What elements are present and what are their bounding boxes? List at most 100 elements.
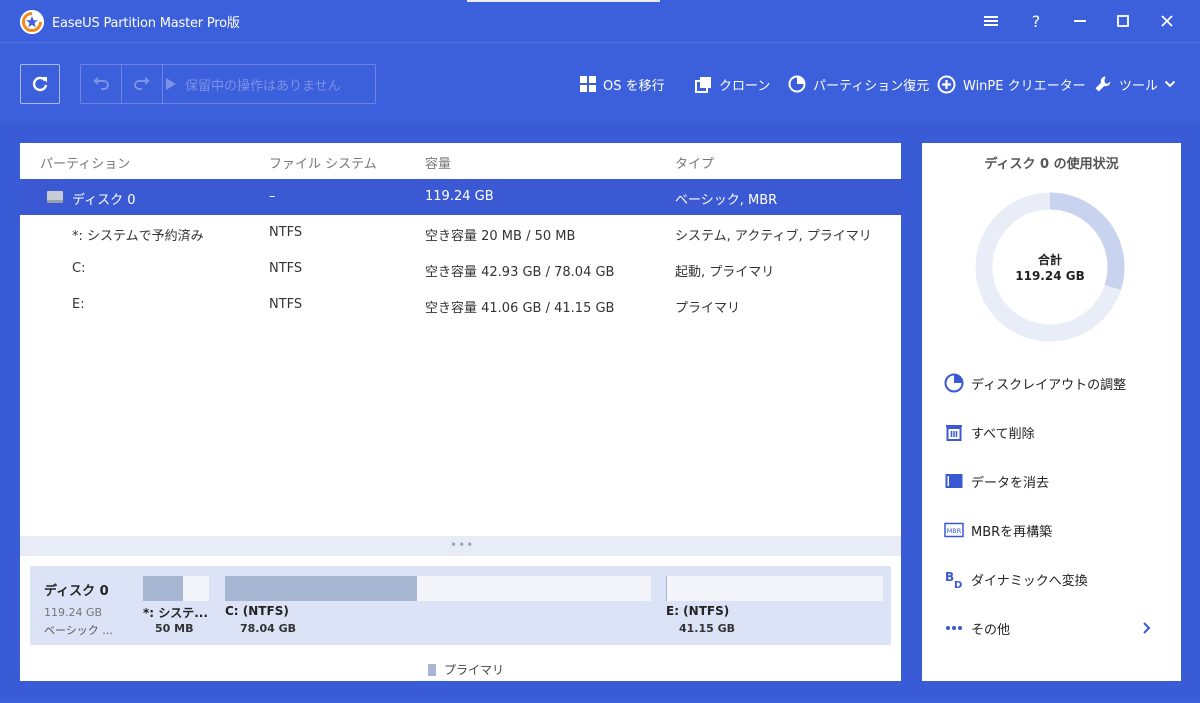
- partition-recovery-button[interactable]: パーティション復元: [788, 73, 929, 95]
- partition-size: 41.15 GB: [679, 622, 736, 635]
- history-group: 保留中の操作はありません: [80, 64, 376, 104]
- maximize-icon[interactable]: [1109, 8, 1137, 34]
- disk-icon: [47, 191, 63, 203]
- close-icon[interactable]: [1153, 8, 1181, 34]
- donut-center: 合計 119.24 GB: [975, 251, 1125, 283]
- header-type[interactable]: タイプ: [675, 153, 714, 172]
- action-label: ダイナミックへ変換: [971, 573, 1088, 589]
- more-icon: [943, 617, 965, 639]
- chevron-right-icon[interactable]: [1142, 621, 1152, 635]
- table-row[interactable]: *: システムで予約済み NTFS 空き容量 20 MB / 50 MB システ…: [20, 215, 901, 251]
- refresh-button[interactable]: [20, 64, 60, 104]
- pending-operations-button[interactable]: 保留中の操作はありません: [165, 65, 341, 103]
- table-row[interactable]: ディスク 0 – 119.24 GB ベーシック, MBR: [20, 179, 901, 215]
- play-icon: [166, 78, 176, 90]
- row-fs: NTFS: [269, 261, 303, 276]
- disk-map-type: ベーシック ...: [44, 624, 113, 637]
- toolbar: 保留中の操作はありません OS を移行 クローン パーティション復元 WinPE…: [0, 42, 1200, 123]
- more-action[interactable]: その他: [943, 617, 1010, 639]
- legend-label: プライマリ: [444, 663, 505, 677]
- action-label: その他: [971, 622, 1011, 638]
- app-logo-icon: [20, 10, 44, 34]
- svg-text:B: B: [945, 570, 954, 584]
- partition-bar-fill: [143, 576, 183, 601]
- windows-icon: [580, 76, 596, 92]
- trash-icon: [943, 421, 965, 443]
- row-type: システム, アクティブ, プライマリ: [675, 229, 872, 244]
- legend-swatch: [428, 663, 436, 676]
- disk-card[interactable]: ディスク 0 119.24 GB ベーシック ... *: システ... 50 …: [30, 566, 891, 645]
- title-bar: EaseUS Partition Master Pro版 ?: [0, 0, 1200, 42]
- partition-recovery-label: パーティション復元: [813, 78, 930, 94]
- tools-label: ツール: [1119, 78, 1159, 94]
- partition-list-panel: パーティション ファイル システム 容量 タイプ ディスク 0 – 119.24…: [20, 143, 901, 536]
- refresh-icon: [32, 76, 48, 92]
- chevron-down-icon: [1164, 80, 1176, 88]
- clone-button[interactable]: クローン: [695, 73, 770, 95]
- adjust-disk-layout-action[interactable]: ディスクレイアウトの調整: [943, 372, 1126, 394]
- disk-map-name: ディスク 0: [44, 584, 109, 599]
- migrate-os-button[interactable]: OS を移行: [580, 73, 665, 95]
- row-type: 起動, プライマリ: [675, 265, 775, 280]
- action-label: ディスクレイアウトの調整: [971, 377, 1127, 393]
- total-value: 119.24 GB: [1015, 269, 1085, 283]
- row-fs: NTFS: [269, 225, 303, 240]
- clone-label: クローン: [719, 78, 771, 94]
- action-label: すべて削除: [971, 426, 1035, 442]
- total-label: 合計: [1037, 253, 1062, 267]
- winpe-creator-button[interactable]: WinPE クリエーター: [937, 73, 1086, 95]
- row-type: プライマリ: [675, 301, 741, 316]
- delete-all-action[interactable]: すべて削除: [943, 421, 1035, 443]
- eraser-icon: [943, 470, 965, 492]
- partition-label: E: (NTFS): [666, 604, 730, 618]
- pending-operations-label: 保留中の操作はありません: [185, 78, 341, 94]
- header-capacity[interactable]: 容量: [425, 153, 451, 172]
- undo-button[interactable]: [81, 65, 122, 103]
- rebuild-mbr-action[interactable]: MBR MBRを再構築: [943, 519, 1052, 541]
- partition-label: C: (NTFS): [225, 604, 289, 618]
- svg-text:MBR: MBR: [947, 527, 962, 535]
- row-fs: NTFS: [269, 297, 303, 312]
- row-fs: –: [269, 189, 276, 204]
- pie-icon: [788, 75, 806, 93]
- redo-icon: [134, 77, 150, 90]
- tools-menu-button[interactable]: ツール: [1094, 73, 1176, 95]
- help-icon[interactable]: ?: [1022, 8, 1050, 34]
- row-name: *: システムで予約済み: [72, 229, 204, 244]
- row-capacity: 空き容量 20 MB / 50 MB: [425, 229, 576, 244]
- partition-size: 50 MB: [155, 622, 194, 635]
- partition-bar-system[interactable]: [143, 576, 209, 601]
- mbr-icon: MBR: [943, 519, 965, 541]
- row-capacity: 空き容量 42.93 GB / 78.04 GB: [425, 265, 615, 280]
- partition-size: 78.04 GB: [240, 622, 297, 635]
- svg-text:D: D: [954, 580, 962, 589]
- partition-bar-c[interactable]: [225, 576, 651, 601]
- row-capacity: 空き容量 41.06 GB / 41.15 GB: [425, 301, 615, 316]
- partition-bar-fill: [225, 576, 417, 601]
- header-partition[interactable]: パーティション: [40, 153, 130, 172]
- plus-circle-icon: [937, 75, 956, 94]
- partition-bar-e[interactable]: [666, 576, 883, 601]
- undo-icon: [93, 77, 109, 90]
- header-filesystem[interactable]: ファイル システム: [269, 153, 377, 172]
- pie-icon: [943, 372, 965, 394]
- window-title: EaseUS Partition Master Pro版: [52, 16, 240, 31]
- convert-dynamic-action[interactable]: BD ダイナミックへ変換: [943, 568, 1088, 590]
- disk-usage-panel: ディスク 0 の使用状況 合計 119.24 GB ディスクレイアウトの調整 す…: [922, 143, 1181, 681]
- disk-map-size: 119.24 GB: [44, 606, 103, 619]
- menu-icon[interactable]: [977, 8, 1005, 34]
- clone-icon: [695, 76, 712, 93]
- disk-map-panel: ディスク 0 119.24 GB ベーシック ... *: システ... 50 …: [20, 556, 901, 681]
- row-name: ディスク 0: [72, 193, 136, 208]
- drag-handle-icon[interactable]: •••: [450, 538, 474, 552]
- minimize-icon[interactable]: [1066, 8, 1094, 34]
- row-name: E:: [72, 297, 85, 312]
- title-bar-accent: [467, 0, 660, 2]
- legend: プライマリ: [428, 661, 504, 678]
- panel-splitter[interactable]: •••: [20, 536, 901, 556]
- redo-button[interactable]: [122, 65, 163, 103]
- wipe-data-action[interactable]: データを消去: [943, 470, 1049, 492]
- table-row[interactable]: C: NTFS 空き容量 42.93 GB / 78.04 GB 起動, プライ…: [20, 251, 901, 287]
- partition-bar-fill: [666, 576, 667, 601]
- table-row[interactable]: E: NTFS 空き容量 41.06 GB / 41.15 GB プライマリ: [20, 287, 901, 323]
